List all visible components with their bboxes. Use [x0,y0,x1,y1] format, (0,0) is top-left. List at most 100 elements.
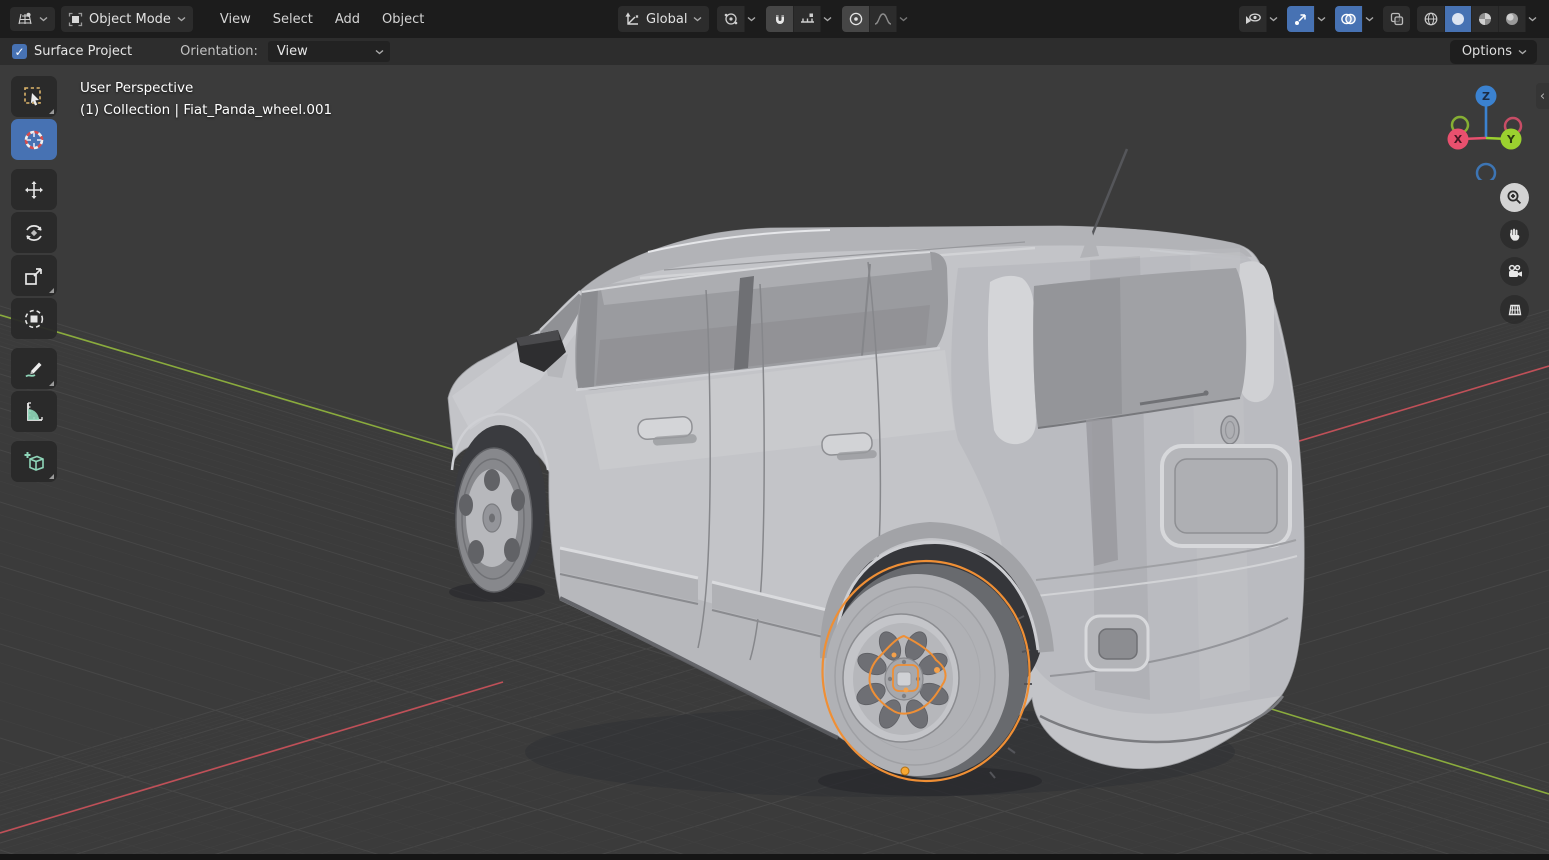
object-mode-icon [68,12,83,27]
chevron-down-icon [39,16,48,22]
zoom-button[interactable] [1500,183,1529,212]
magnet-icon [772,11,788,27]
wireframe-sphere-icon [1423,11,1439,27]
proportional-falloff-dropdown[interactable] [869,6,896,32]
gizmos-group [1287,6,1328,32]
pan-button[interactable] [1500,220,1529,249]
perspective-toggle-button[interactable] [1500,295,1529,324]
orientation-axes-icon [625,12,640,27]
options-button[interactable]: Options [1450,40,1537,64]
viewport-display-cluster [1239,6,1539,32]
3d-viewport-editor-icon [17,12,33,26]
camera-icon [1506,263,1524,280]
3d-viewport[interactable]: User Perspective (1) Collection | Fiat_P… [0,65,1549,860]
wiper-pivot [1203,390,1208,395]
tool-orientation-dropdown[interactable]: View [268,41,390,62]
surface-project-label: Surface Project [34,44,132,59]
xray-toggle[interactable] [1383,6,1410,32]
axis-gizmo: Z X Y [1432,70,1532,180]
sidebar-toggle[interactable]: ‹ [1536,83,1549,109]
add-cube-icon [21,449,47,475]
x-axis-line [1296,366,1549,442]
snap-toggle-button[interactable] [766,6,793,32]
show-overlays-toggle[interactable] [1335,6,1362,32]
scale-icon [22,264,46,288]
zoom-icon [1506,189,1523,206]
annotate-icon [22,357,46,381]
move-icon [22,178,46,202]
check-icon: ✓ [14,45,24,59]
show-gizmo-toggle[interactable] [1287,6,1314,32]
tool-scale[interactable] [11,255,57,296]
subtool-corner [49,288,54,293]
tool-cursor[interactable] [11,119,57,160]
tool-rotate[interactable] [11,212,57,253]
3d-cursor-icon [21,127,47,153]
menu-view[interactable]: View [211,8,260,31]
tool-measure[interactable] [11,391,57,432]
rotate-icon [22,221,46,245]
view-perspective-label: User Perspective [80,77,332,99]
overlays-group [1335,6,1376,32]
tool-annotate[interactable] [11,348,57,389]
select-box-icon [22,85,46,109]
object-origin-dot [901,767,909,775]
snapping-group [766,6,834,32]
foglight-opening [1099,629,1137,659]
chevron-down-icon [177,16,186,22]
visibility-dropdown[interactable] [1239,6,1280,32]
xray-icon [1383,6,1410,32]
active-object-label: (1) Collection | Fiat_Panda_wheel.001 [80,99,332,121]
proportional-edit-group [842,6,910,32]
object-visibility-icon [1239,6,1266,32]
viewport-header: Object Mode View Select Add Object Globa… [0,0,1549,38]
solid-sphere-icon [1450,11,1466,27]
shading-rendered-button[interactable] [1498,6,1525,32]
menu-add[interactable]: Add [326,8,369,31]
chevron-down-icon [1525,6,1539,32]
shading-solid-button[interactable] [1444,6,1471,32]
rear-window-shade [1033,278,1122,428]
tool-move[interactable] [11,169,57,210]
shading-material-button[interactable] [1471,6,1498,32]
tailgate-recess-inner [1175,459,1277,533]
shading-wireframe-button[interactable] [1417,6,1444,32]
axis-neg-z-handle[interactable] [1477,164,1495,180]
falloff-curve-icon [874,11,892,27]
pivot-point-icon [717,6,744,32]
rear-pillar-left [988,276,1036,444]
window-edge [0,854,1549,860]
chevron-down-icon [1266,6,1280,32]
fiat-badge [1221,416,1239,444]
editor-type-selector[interactable] [10,7,55,31]
hub-center [897,672,911,686]
material-sphere-icon [1477,11,1493,27]
gizmo-arrow-icon [1293,11,1309,27]
hand-icon [1506,226,1523,243]
tool-add-cube[interactable] [11,441,57,482]
front-wheel [456,448,532,592]
pivot-point-dropdown[interactable] [717,6,758,32]
tool-select-box[interactable] [11,76,57,117]
axis-y-label: Y [1506,133,1516,146]
orthographic-grid-icon [1506,302,1524,318]
viewport-overlay-text: User Perspective (1) Collection | Fiat_P… [80,77,332,121]
navigation-gizmo[interactable]: Z X Y [1432,70,1532,184]
mode-selector[interactable]: Object Mode [61,6,193,32]
transform-orientation-dropdown[interactable]: Global [618,6,709,32]
chevron-down-icon [820,6,834,32]
shading-mode-group [1417,6,1539,32]
menu-select[interactable]: Select [264,8,322,31]
snap-with-dropdown[interactable] [793,6,820,32]
proportional-editing-toggle[interactable] [842,6,869,32]
surface-project-checkbox[interactable]: ✓ [12,44,27,59]
subtool-corner [49,109,54,114]
tool-transform[interactable] [11,298,57,339]
menu-object[interactable]: Object [373,8,433,31]
orientation-field-label: Orientation: [180,44,258,59]
camera-view-button[interactable] [1500,257,1529,286]
mode-label: Object Mode [89,12,171,27]
subtool-corner [49,381,54,386]
chevron-down-icon [1362,6,1376,32]
chevron-down-icon [1314,6,1328,32]
